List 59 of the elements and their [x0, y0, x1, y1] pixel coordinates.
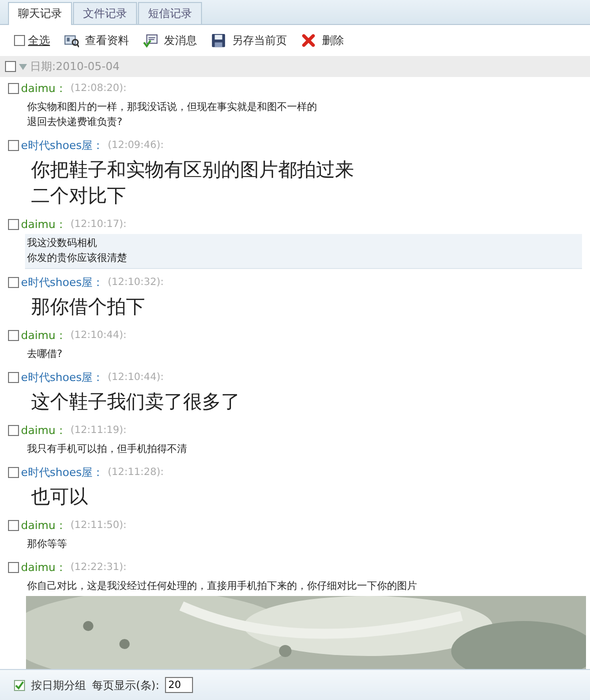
- checkbox[interactable]: [8, 83, 19, 94]
- checkbox[interactable]: [8, 467, 19, 478]
- sender-name: e时代shoes屋：: [21, 138, 104, 153]
- tab[interactable]: 聊天记录: [8, 2, 72, 25]
- checkbox[interactable]: [8, 562, 19, 573]
- sender-name: e时代shoes屋：: [21, 370, 104, 385]
- checkbox[interactable]: [8, 372, 19, 383]
- message-text: 你把鞋子和实物有区别的图片都拍过来 二个对比下: [30, 158, 355, 209]
- checkbox[interactable]: [8, 140, 19, 151]
- timestamp: (12:10:17):: [70, 219, 127, 230]
- tab[interactable]: 文件记录: [73, 2, 137, 24]
- sender-name: daimu：: [21, 81, 66, 96]
- sender-name: daimu：: [21, 560, 66, 575]
- message-text: 这个鞋子我们卖了很多了: [30, 390, 241, 415]
- message-button[interactable]: 发消息: [143, 33, 197, 48]
- message-icon: [143, 33, 158, 48]
- message-text: 去哪借?: [26, 348, 64, 362]
- checkbox[interactable]: [8, 330, 19, 341]
- message-text: 那你等等: [26, 538, 68, 552]
- message-text: 我只有手机可以拍，但手机拍得不清: [26, 442, 188, 457]
- sender-name: daimu：: [21, 423, 66, 438]
- checkbox[interactable]: [8, 425, 19, 436]
- sender-name: e时代shoes屋：: [21, 465, 104, 480]
- timestamp: (12:09:46):: [108, 140, 164, 151]
- checkbox[interactable]: [8, 520, 19, 531]
- delete-button[interactable]: 删除: [301, 33, 344, 48]
- timestamp: (12:08:20):: [70, 83, 127, 94]
- timestamp: (12:10:44):: [70, 330, 127, 341]
- tab[interactable]: 短信记录: [138, 2, 202, 24]
- checkbox[interactable]: [14, 35, 25, 46]
- message-text: 你自己对比，这是我没经过任何处理的，直接用手机拍下来的，你仔细对比一下你的图片: [26, 580, 418, 594]
- page-size-field[interactable]: 20: [165, 677, 194, 693]
- timestamp: (12:11:50):: [70, 520, 127, 531]
- date-label: 日期:2010-05-04: [30, 59, 120, 74]
- delete-icon: [301, 33, 316, 48]
- message-text: 那你借个拍下: [30, 295, 146, 320]
- timestamp: (12:11:19):: [70, 425, 127, 436]
- checkbox[interactable]: [8, 219, 19, 230]
- select-all-link[interactable]: 全选: [28, 33, 50, 48]
- sender-name: daimu：: [21, 518, 66, 533]
- message-text: 你实物和图片的一样，那我没话说，但现在事实就是和图不一样的 退回去快递费谁负责?: [26, 100, 318, 130]
- save-button[interactable]: 另存当前页: [211, 33, 287, 48]
- message-text: 我这没数码相机 你发的贵你应该很清楚: [25, 234, 582, 269]
- timestamp: (12:10:44):: [108, 372, 164, 383]
- sender-name: daimu：: [21, 217, 66, 232]
- profile-button[interactable]: 查看资料: [64, 33, 129, 48]
- message-text: 也可以: [30, 485, 89, 510]
- group-by-date-label: 按日期分组: [31, 678, 86, 692]
- timestamp: (12:22:31):: [70, 562, 127, 573]
- checkbox[interactable]: [8, 277, 19, 288]
- checkbox[interactable]: [5, 61, 16, 72]
- timestamp: (12:11:28):: [108, 467, 164, 478]
- card-icon: [64, 33, 79, 48]
- page-size-label: 每页显示(条):: [92, 678, 160, 692]
- timestamp: (12:10:32):: [108, 277, 164, 288]
- sender-name: e时代shoes屋：: [21, 275, 104, 290]
- sender-name: daimu：: [21, 328, 66, 343]
- checkbox[interactable]: [14, 680, 25, 690]
- save-icon: [211, 33, 226, 48]
